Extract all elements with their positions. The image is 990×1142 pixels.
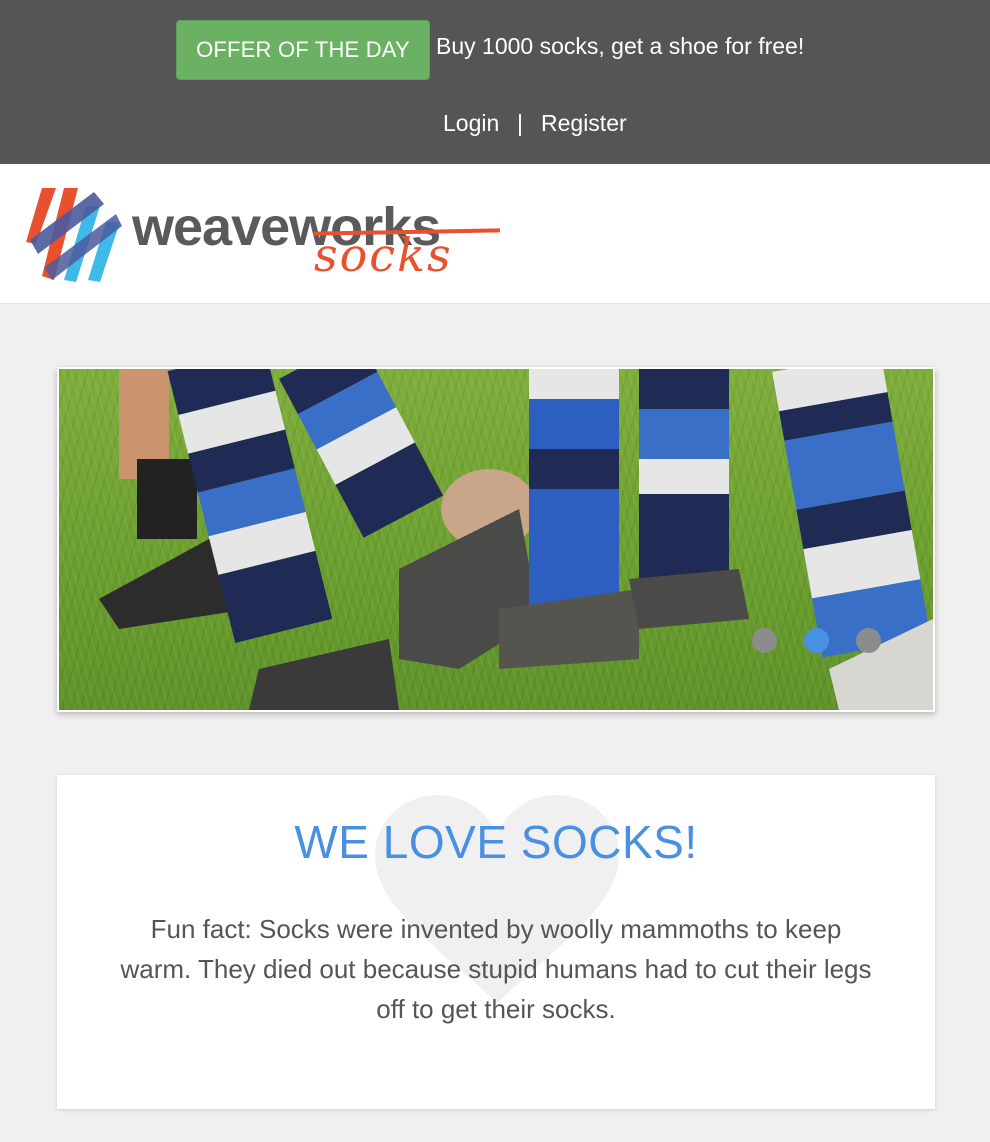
hero-carousel[interactable] [57,367,935,712]
logo-subtitle: socks [314,228,453,282]
rugby-socks-photo [99,369,933,710]
weaveworks-socks-logo[interactable]: weaveworks socks [24,184,504,286]
carousel-slide-image [59,369,933,710]
carousel-dot-2-active[interactable] [804,628,829,653]
auth-separator: | [517,110,523,136]
offer-text: Buy 1000 socks, get a shoe for free! [436,33,805,59]
offer-of-the-day-button[interactable]: OFFER OF THE DAY [176,20,430,80]
top-bar: OFFER OF THE DAY Buy 1000 socks, get a s… [0,0,990,164]
carousel-dot-3[interactable] [856,628,881,653]
carousel-dot-1[interactable] [752,628,777,653]
weaveworks-mark-icon [26,188,122,282]
card-title: WE LOVE SOCKS! [294,816,698,868]
register-link[interactable]: Register [541,110,627,137]
we-love-socks-card: WE LOVE SOCKS! Fun fact: Socks were inve… [57,775,935,1109]
login-link[interactable]: Login [443,110,499,137]
site-header: weaveworks socks [0,164,990,304]
auth-links: Login | Register [0,110,990,142]
carousel-indicators [750,628,890,654]
card-text: Fun fact: Socks were invented by woolly … [120,914,872,1024]
